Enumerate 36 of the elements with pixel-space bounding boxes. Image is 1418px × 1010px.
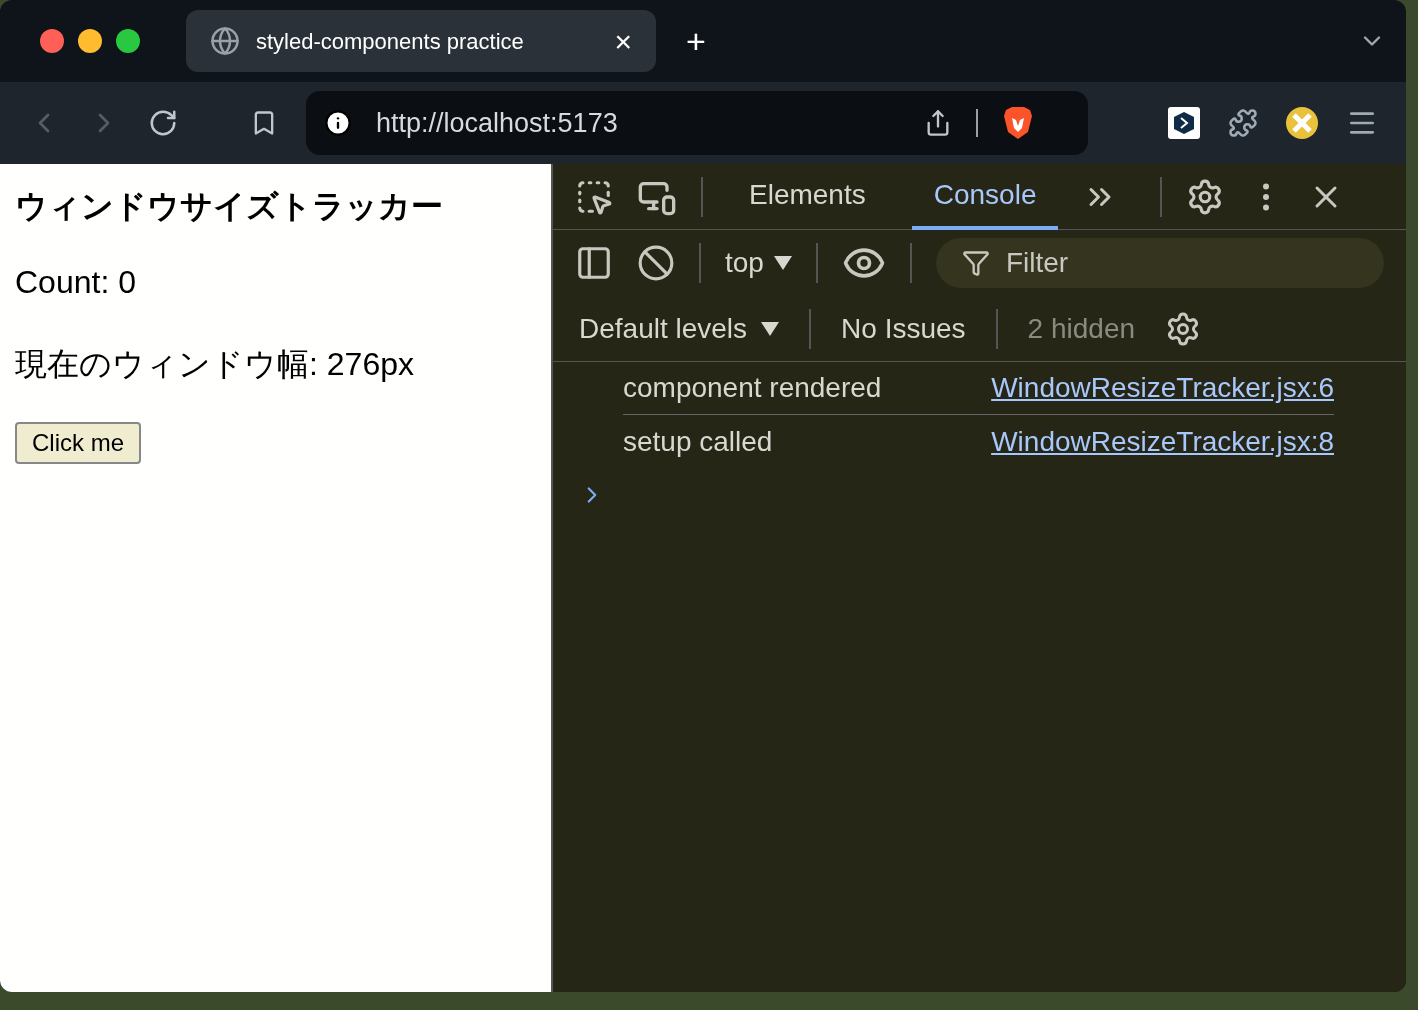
filter-field[interactable]: Filter	[935, 238, 1384, 288]
click-me-button[interactable]: Click me	[15, 422, 141, 464]
page-heading: ウィンドウサイズトラッカー	[15, 187, 443, 226]
clear-console-icon[interactable]	[637, 244, 675, 282]
url-text: http://localhost:5173	[376, 106, 619, 140]
count-text: Count: 0	[15, 263, 136, 302]
source-link[interactable]: WindowResizeTracker.jsx:6	[991, 367, 1334, 409]
puzzle-icon[interactable]	[1228, 108, 1258, 138]
console-message: setup called	[623, 424, 773, 459]
lion-shield-icon[interactable]	[1002, 106, 1034, 140]
minimize-window-icon[interactable]	[78, 29, 102, 53]
info-icon	[324, 109, 352, 137]
hidden-count-text: 2 hidden	[1027, 311, 1136, 346]
dropdown-caret-icon	[761, 321, 780, 336]
tab-close-button[interactable]: ×	[614, 18, 632, 64]
issues-text[interactable]: No Issues	[841, 307, 966, 350]
context-dropdown[interactable]: top	[725, 242, 792, 284]
globe-icon	[210, 26, 240, 56]
close-window-icon[interactable]	[40, 29, 64, 53]
extension-icon[interactable]	[1168, 107, 1200, 139]
devtools-tab[interactable]: Console	[911, 163, 1059, 230]
sidebar-toggle-icon[interactable]	[575, 244, 613, 282]
levels-dropdown[interactable]: Default levels	[579, 307, 780, 350]
dropdown-caret-icon	[773, 256, 792, 270]
filter-icon	[961, 249, 990, 277]
new-tab-button[interactable]: +	[686, 15, 706, 67]
maximize-window-icon[interactable]	[116, 29, 140, 53]
browser-tab[interactable]: styled-components practice ×	[186, 10, 656, 72]
profile-x-icon[interactable]	[1286, 107, 1318, 139]
address-bar[interactable]: http://localhost:5173	[306, 91, 1088, 155]
tab-title: styled-components practice	[256, 27, 525, 56]
window-width-text: 現在のウィンドウ幅: 276px	[15, 345, 414, 384]
source-link[interactable]: WindowResizeTracker.jsx:8	[991, 420, 1334, 463]
devtools-tab[interactable]: Elements	[727, 163, 888, 230]
console-message: component rendered	[623, 371, 882, 405]
reload-icon[interactable]	[148, 108, 178, 138]
